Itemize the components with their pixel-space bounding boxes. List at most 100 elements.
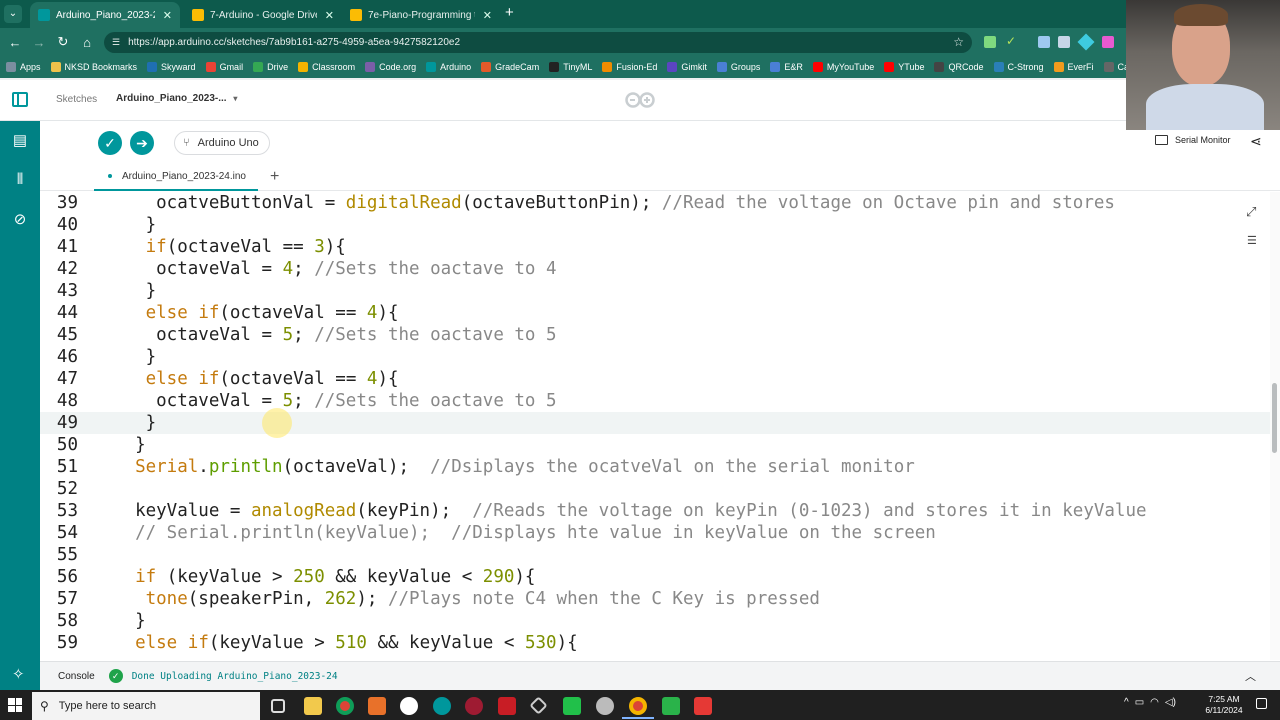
bookmark-item[interactable]: Gimkit bbox=[667, 62, 707, 72]
bookmark-star-icon[interactable]: ☆ bbox=[953, 35, 964, 49]
code-line[interactable]: 43 } bbox=[40, 280, 1270, 302]
extension-icon[interactable] bbox=[1038, 36, 1050, 48]
code-editor[interactable]: 39 ocatveButtonVal = digitalRead(octaveB… bbox=[40, 192, 1270, 660]
code-line[interactable]: 52 bbox=[40, 478, 1270, 500]
bookmark-item[interactable]: Skyward bbox=[147, 62, 196, 72]
bookmark-item[interactable]: Arduino bbox=[426, 62, 471, 72]
bookmark-item[interactable]: C-Strong bbox=[993, 62, 1044, 72]
bookmark-item[interactable]: NKSD Bookmarks bbox=[50, 62, 137, 72]
back-icon[interactable]: ← bbox=[3, 35, 27, 50]
arduino-ide-icon[interactable] bbox=[433, 697, 451, 715]
code-line[interactable]: 49 } bbox=[40, 412, 1270, 434]
site-info-icon[interactable]: ☰ bbox=[112, 37, 120, 48]
chevron-up-icon[interactable]: ︿ bbox=[1245, 668, 1256, 684]
reload-icon[interactable]: ↻ bbox=[51, 34, 75, 50]
code-line[interactable]: 45 octaveVal = 5; //Sets the oactave to … bbox=[40, 324, 1270, 346]
bookmark-item[interactable]: Drive bbox=[253, 62, 288, 72]
code-line[interactable]: 48 octaveVal = 5; //Sets the oactave to … bbox=[40, 390, 1270, 412]
wifi-icon[interactable]: ◠ bbox=[1150, 697, 1159, 708]
bookmark-item[interactable]: Apps bbox=[6, 62, 41, 72]
clock[interactable]: 7:25 AM 6/11/2024 bbox=[1204, 694, 1244, 716]
code-line[interactable]: 51 Serial.println(octaveVal); //Dsiplays… bbox=[40, 456, 1270, 478]
code-line[interactable]: 57 tone(speakerPin, 262); //Plays note C… bbox=[40, 588, 1270, 610]
chrome-active-icon[interactable] bbox=[629, 697, 647, 715]
share-icon[interactable]: ⋖ bbox=[1250, 133, 1262, 150]
board-selector[interactable]: ⑂ Arduino Uno bbox=[174, 131, 270, 155]
chrome-icon[interactable] bbox=[336, 697, 354, 715]
libraries-icon[interactable]: ⫴ bbox=[10, 171, 30, 191]
bookmark-item[interactable]: Classroom bbox=[298, 62, 355, 72]
bookmark-item[interactable]: MyYouTube bbox=[812, 62, 874, 72]
code-line[interactable]: 50 } bbox=[40, 434, 1270, 456]
app-icon-red2[interactable] bbox=[694, 697, 712, 715]
bookmark-item[interactable]: Fusion-Ed bbox=[602, 62, 657, 72]
battery-icon[interactable]: ▭ bbox=[1135, 697, 1144, 708]
bookmark-item[interactable]: YTube bbox=[884, 62, 924, 72]
home-icon[interactable]: ⌂ bbox=[75, 35, 99, 50]
forward-icon[interactable]: → bbox=[27, 35, 51, 50]
close-tab-icon[interactable]: ✕ bbox=[483, 9, 492, 22]
extension-check-icon[interactable]: ✓ bbox=[1006, 34, 1016, 48]
windows-start-icon[interactable] bbox=[8, 698, 22, 712]
extension-icon[interactable] bbox=[1058, 36, 1070, 48]
app-icon-orange[interactable] bbox=[368, 697, 386, 715]
close-tab-icon[interactable]: ✕ bbox=[325, 9, 334, 22]
reference-icon[interactable]: ⊘ bbox=[10, 210, 30, 230]
code-line[interactable]: 42 octaveVal = 4; //Sets the oactave to … bbox=[40, 258, 1270, 280]
volume-icon[interactable]: ◁) bbox=[1165, 697, 1176, 708]
code-line[interactable]: 44 else if(octaveVal == 4){ bbox=[40, 302, 1270, 324]
address-bar[interactable]: ☰ https://app.arduino.cc/sketches/7ab9b1… bbox=[104, 32, 972, 53]
file-tab-ino[interactable]: Arduino_Piano_2023-24.ino bbox=[94, 163, 258, 191]
verify-button[interactable]: ✓ bbox=[98, 131, 122, 155]
notification-icon[interactable] bbox=[1256, 698, 1267, 709]
bookmark-item[interactable]: E&R bbox=[770, 62, 803, 72]
bookmark-item[interactable]: Gmail bbox=[205, 62, 243, 72]
code-line[interactable]: 39 ocatveButtonVal = digitalRead(octaveB… bbox=[40, 192, 1270, 214]
app-icon-green[interactable] bbox=[563, 697, 581, 715]
browser-tab-arduino[interactable]: Arduino_Piano_2023-24 — Ardu ✕ bbox=[30, 2, 180, 28]
bookmark-item[interactable]: Code.org bbox=[365, 62, 416, 72]
breadcrumb-sketches[interactable]: Sketches bbox=[56, 94, 97, 105]
editor-outline-icon[interactable]: ☰ bbox=[1247, 234, 1257, 247]
breadcrumb-sketch-name[interactable]: Arduino_Piano_2023-... ▾ bbox=[116, 93, 237, 104]
bookmark-item[interactable]: QRCode bbox=[934, 62, 984, 72]
upload-button[interactable]: ➔ bbox=[130, 131, 154, 155]
file-explorer-icon[interactable] bbox=[304, 697, 322, 715]
bookmark-item[interactable]: Groups bbox=[716, 62, 760, 72]
code-line[interactable]: 46 } bbox=[40, 346, 1270, 368]
app-icon-circle[interactable] bbox=[400, 697, 418, 715]
editor-scrollbar-thumb[interactable] bbox=[1272, 383, 1277, 453]
code-line[interactable]: 58 } bbox=[40, 610, 1270, 632]
sketchbook-icon[interactable]: ▤ bbox=[10, 131, 30, 151]
code-line[interactable]: 47 else if(octaveVal == 4){ bbox=[40, 368, 1270, 390]
chevron-up-icon[interactable]: ^ bbox=[1124, 697, 1129, 708]
sidebar-toggle-icon[interactable] bbox=[12, 92, 28, 107]
extension-icon[interactable] bbox=[984, 36, 996, 48]
serial-monitor-button[interactable]: Serial Monitor bbox=[1155, 135, 1231, 145]
close-tab-icon[interactable]: ✕ bbox=[163, 9, 172, 22]
add-file-tab-button[interactable]: + bbox=[270, 168, 279, 186]
bookmark-item[interactable]: GradeCam bbox=[481, 62, 539, 72]
tab-search-button[interactable]: ⌄ bbox=[4, 5, 22, 23]
editor-fold-icon[interactable]: ⤢ bbox=[1246, 204, 1256, 220]
task-view-icon[interactable] bbox=[271, 699, 285, 713]
app-icon-grey[interactable] bbox=[596, 697, 614, 715]
console-bar[interactable]: Console ✓ Done Uploading Arduino_Piano_2… bbox=[40, 661, 1280, 690]
browser-tab-drive[interactable]: 7-Arduino - Google Drive ✕ bbox=[184, 2, 342, 28]
new-tab-button[interactable]: + bbox=[505, 4, 514, 21]
bookmark-item[interactable]: EverFi bbox=[1053, 62, 1094, 72]
code-line[interactable]: 56 if (keyValue > 250 && keyValue < 290)… bbox=[40, 566, 1270, 588]
code-line[interactable]: 59 else if(keyValue > 510 && keyValue < … bbox=[40, 632, 1270, 654]
extension-icon[interactable] bbox=[1102, 36, 1114, 48]
code-line[interactable]: 41 if(octaveVal == 3){ bbox=[40, 236, 1270, 258]
ai-assistant-icon[interactable]: ✧ bbox=[12, 665, 25, 683]
code-line[interactable]: 53 keyValue = analogRead(keyPin); //Read… bbox=[40, 500, 1270, 522]
extension-icon[interactable] bbox=[1077, 33, 1095, 51]
app-icon-green2[interactable] bbox=[662, 697, 680, 715]
browser-tab-slides[interactable]: 7e-Piano-Programming the Oc ✕ bbox=[342, 2, 500, 28]
app-icon-x[interactable] bbox=[498, 697, 516, 715]
taskbar-search[interactable]: ⚲ Type here to search bbox=[32, 692, 260, 720]
code-line[interactable]: 54 // Serial.println(keyValue); //Displa… bbox=[40, 522, 1270, 544]
code-line[interactable]: 55 bbox=[40, 544, 1270, 566]
bookmark-item[interactable]: TinyML bbox=[549, 62, 592, 72]
